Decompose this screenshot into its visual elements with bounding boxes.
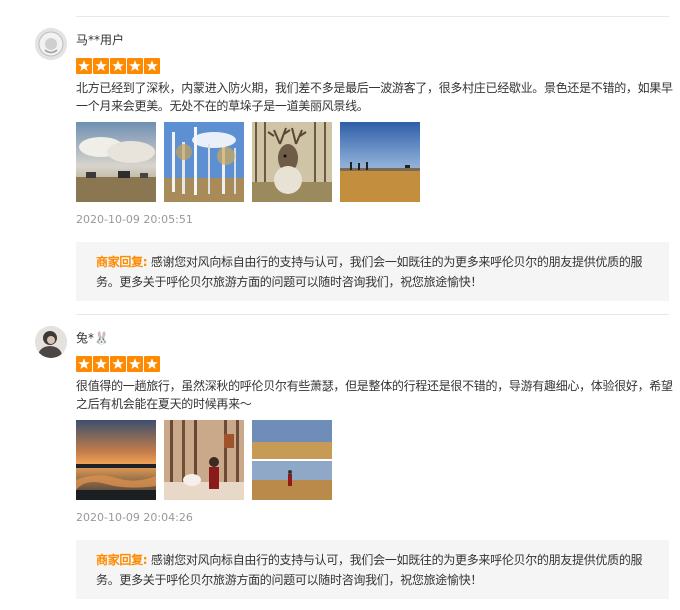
photo-list: [76, 122, 420, 202]
star-icon: [76, 58, 92, 74]
star-icon: [76, 356, 92, 372]
reindeer-photo[interactable]: [252, 122, 332, 202]
reply-text: 感谢您对风向标自由行的支持与认可，我们会一如既往的为更多来呼伦贝尔的朋友提供优质…: [96, 553, 643, 587]
reply-label: 商家回复:: [96, 553, 148, 567]
review-date: 2020-10-09 20:05:51: [76, 213, 193, 226]
review-divider: [76, 314, 669, 315]
river-sunset-photo[interactable]: [76, 420, 156, 500]
star-icon: [127, 356, 143, 372]
forest-girl-photo[interactable]: [164, 420, 244, 500]
field-collage-photo[interactable]: [252, 420, 332, 500]
star-icon: [144, 58, 160, 74]
merchant-reply: 商家回复: 感谢您对风向标自由行的支持与认可，我们会一如既往的为更多来呼伦贝尔的…: [76, 540, 669, 599]
star-icon: [110, 356, 126, 372]
star-icon: [93, 356, 109, 372]
star-rating: [76, 356, 160, 372]
top-divider: [76, 16, 669, 17]
star-icon: [144, 356, 160, 372]
photo-list: [76, 420, 332, 500]
star-rating: [76, 58, 160, 74]
avatar[interactable]: [35, 326, 67, 358]
review-date: 2020-10-09 20:04:26: [76, 511, 193, 524]
review-text: 北方已经到了深秋，内蒙进入防火期，我们差不多是最后一波游客了，很多村庄已经歇业。…: [76, 81, 673, 113]
review-text: 很值得的一趟旅行，虽然深秋的呼伦贝尔有些萧瑟，但是整体的行程还是很不错的，导游有…: [76, 379, 673, 411]
reply-text: 感谢您对风向标自由行的支持与认可，我们会一如既往的为更多来呼伦贝尔的朋友提供优质…: [96, 255, 643, 289]
grassland-sunset-photo[interactable]: [340, 122, 420, 202]
star-icon: [93, 58, 109, 74]
username: 兔*🐰: [76, 331, 109, 345]
clouds-field-photo[interactable]: [76, 122, 156, 202]
star-icon: [127, 58, 143, 74]
birch-trees-photo[interactable]: [164, 122, 244, 202]
star-icon: [110, 58, 126, 74]
avatar[interactable]: [35, 28, 67, 60]
merchant-reply: 商家回复: 感谢您对风向标自由行的支持与认可，我们会一如既往的为更多来呼伦贝尔的…: [76, 242, 669, 301]
reply-label: 商家回复:: [96, 255, 148, 269]
username: 马**用户: [76, 33, 125, 47]
